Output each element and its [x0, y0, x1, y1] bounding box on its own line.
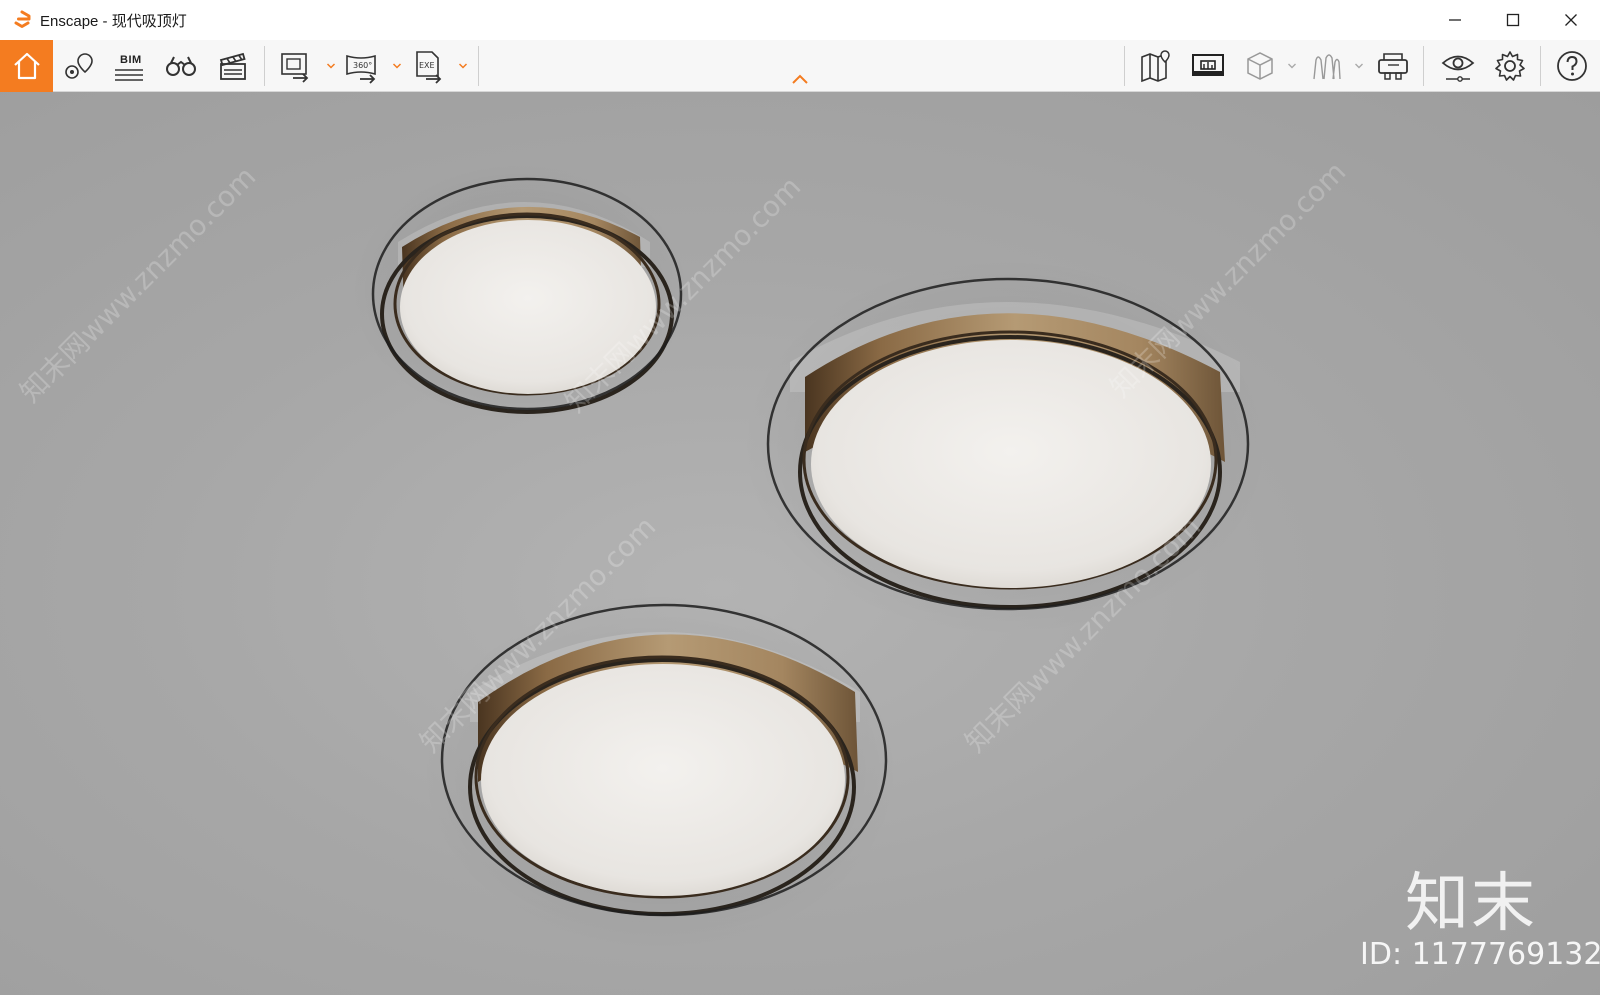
collapse-toolbar-button[interactable]	[787, 70, 813, 88]
toolbar-separator	[1423, 46, 1424, 86]
visual-settings-button[interactable]	[1437, 46, 1479, 86]
ceiling-lamp-small[interactable]	[350, 162, 690, 422]
chevron-down-icon	[326, 63, 336, 69]
watermark-logo: 知末	[1405, 867, 1537, 941]
map-button[interactable]	[1135, 46, 1177, 86]
close-button[interactable]	[1542, 0, 1600, 40]
clapperboard-icon	[219, 52, 246, 80]
export-exe-dropdown[interactable]	[457, 58, 469, 74]
export-image-dropdown[interactable]	[325, 58, 337, 74]
export-panorama-dropdown[interactable]	[391, 58, 403, 74]
eye-icon	[1441, 55, 1475, 82]
video-editor-button[interactable]	[212, 46, 254, 86]
home-icon	[13, 52, 40, 80]
bim-label: BIM	[120, 54, 142, 66]
panorama-360-icon: 360°	[346, 54, 376, 84]
minimize-button[interactable]	[1426, 0, 1484, 40]
close-icon	[1565, 14, 1577, 26]
export-exe-button[interactable]: EXE	[407, 46, 449, 86]
gear-icon	[1495, 51, 1525, 81]
chevron-down-icon	[1288, 63, 1296, 69]
binoculars-button[interactable]	[160, 46, 202, 86]
toolbar-separator	[1540, 46, 1541, 86]
views-button[interactable]	[58, 46, 100, 86]
title-bar: Enscape - 现代吸顶灯	[0, 0, 1600, 40]
panorama-label: 360°	[353, 61, 372, 70]
cube-icon	[1247, 52, 1273, 80]
watermark-id: ID: 1177769132	[1360, 937, 1600, 972]
toolbar-separator	[264, 46, 265, 86]
exe-label: EXE	[419, 61, 435, 70]
help-button[interactable]	[1551, 46, 1593, 86]
image-export-icon	[281, 53, 309, 83]
asset-library-dropdown[interactable]	[1286, 58, 1298, 74]
exe-export-icon: EXE	[416, 51, 442, 84]
ceiling-lamp-medium[interactable]	[420, 592, 900, 952]
export-panorama-button[interactable]: 360°	[341, 46, 383, 86]
settings-button[interactable]	[1489, 46, 1531, 86]
render-viewport[interactable]: 知末网www.znzmo.com 知末网www.znzmo.com 知末网www…	[0, 92, 1600, 995]
chevron-down-icon	[458, 63, 468, 69]
monitor-icon	[1192, 54, 1224, 76]
map-pin-icon	[65, 53, 93, 79]
chevron-up-icon	[792, 74, 808, 84]
chevron-down-icon	[392, 63, 402, 69]
binoculars-icon	[166, 56, 196, 76]
figures-icon	[1313, 54, 1341, 80]
collaborative-dropdown[interactable]	[1353, 58, 1365, 74]
help-icon	[1557, 51, 1587, 81]
bim-button[interactable]: BIM	[108, 46, 150, 86]
presentation-button[interactable]	[1187, 46, 1229, 86]
toolbar-separator	[1124, 46, 1125, 86]
map-icon	[1141, 50, 1170, 83]
minimize-icon	[1449, 19, 1461, 21]
chevron-down-icon	[1355, 63, 1363, 69]
export-image-button[interactable]	[274, 46, 316, 86]
toolbar: BIM 360° EXE	[0, 40, 1600, 92]
home-button[interactable]	[0, 40, 53, 92]
window-controls	[1426, 0, 1600, 40]
vr-button[interactable]	[1372, 46, 1414, 86]
maximize-icon	[1506, 13, 1520, 27]
collaborative-button[interactable]	[1305, 46, 1347, 86]
enscape-logo-icon	[10, 8, 34, 32]
vr-headset-icon	[1378, 53, 1408, 80]
ceiling-lights-scene	[350, 162, 1270, 952]
asset-library-button[interactable]	[1239, 46, 1281, 86]
toolbar-separator	[478, 46, 479, 86]
window-title: Enscape - 现代吸顶灯	[40, 12, 187, 30]
maximize-button[interactable]	[1484, 0, 1542, 40]
